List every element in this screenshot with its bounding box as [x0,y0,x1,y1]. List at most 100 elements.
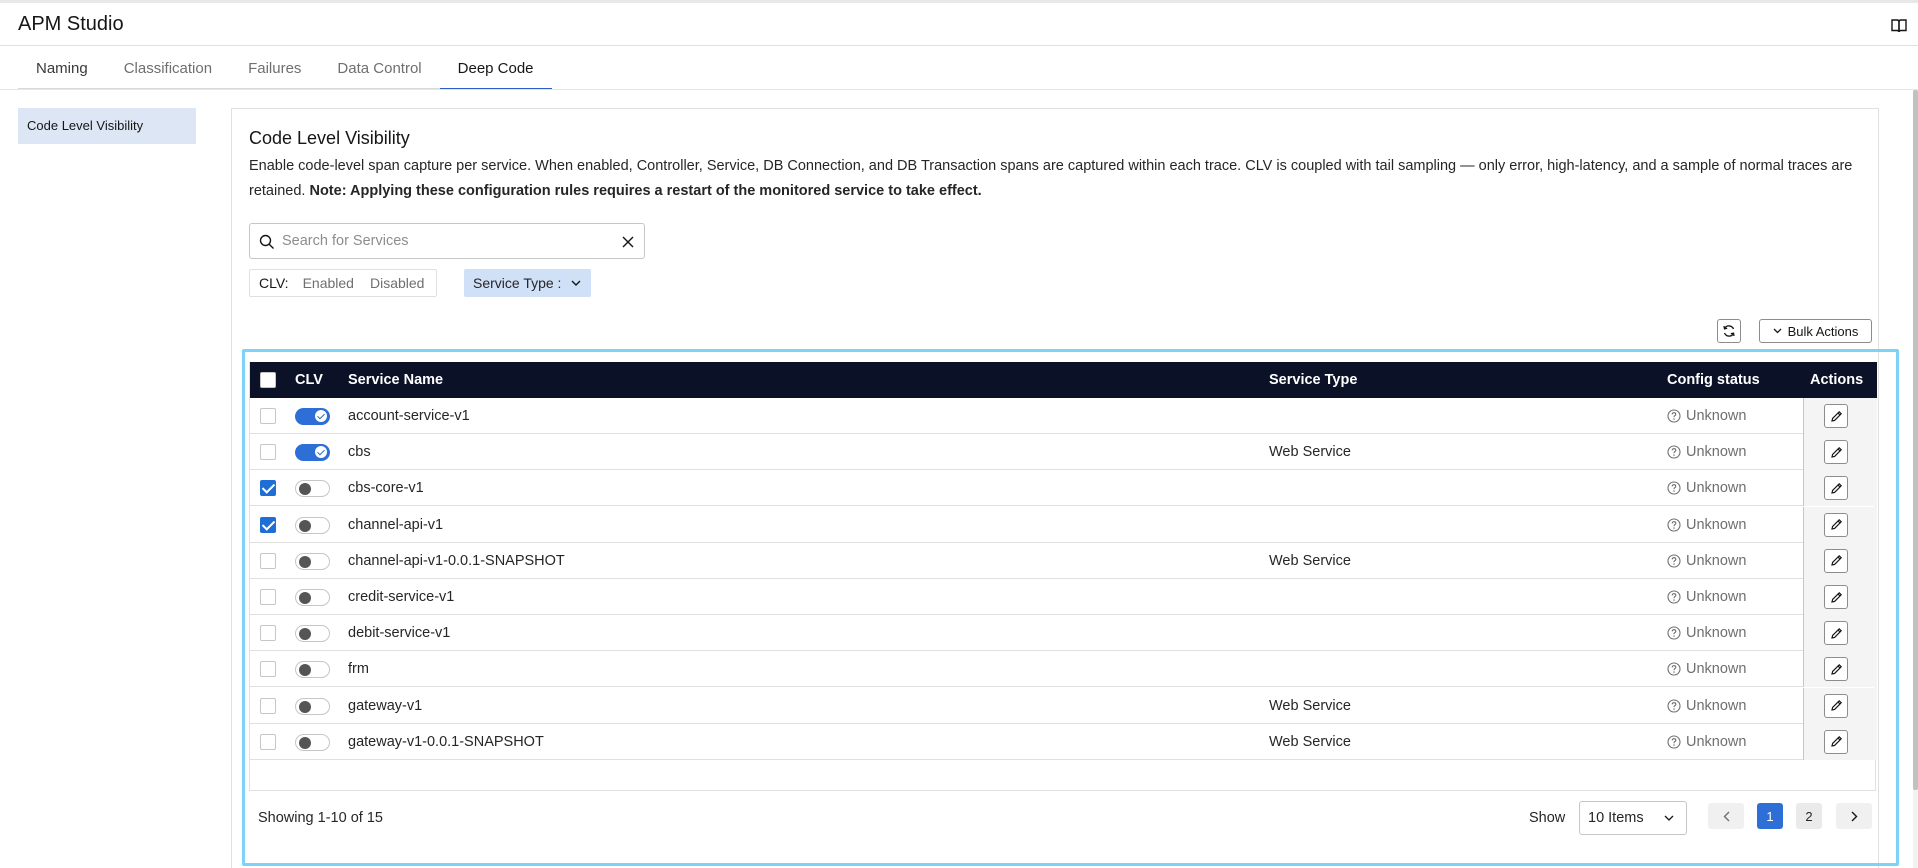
edit-button[interactable] [1824,548,1848,573]
config-status-text: Unknown [1686,589,1747,605]
chevron-down-icon [1664,815,1674,821]
bulk-actions-button[interactable]: Bulk Actions [1759,319,1872,343]
question-circle-icon [1667,662,1681,676]
header-actions: Actions [1810,372,1864,388]
row-checkbox[interactable] [260,589,276,605]
items-per-page-select[interactable]: 10 Items [1579,801,1687,835]
question-circle-icon [1667,445,1681,459]
sidebar-item-code-level-visibility[interactable]: Code Level Visibility [18,108,196,144]
clv-filter: CLV: Enabled Disabled [249,269,438,297]
toggle-knob [299,736,311,749]
show-label: Show [1529,810,1566,826]
pencil-icon [1830,591,1842,603]
header-config-status: Config status [1667,372,1760,388]
config-status-text: Unknown [1686,480,1747,497]
table-row: credit-service-v1 Unknown [250,579,1877,615]
tab-data-control[interactable]: Data Control [319,48,440,90]
edit-button[interactable] [1824,512,1848,537]
service-type: Web Service [1269,733,1351,750]
close-icon[interactable] [620,234,636,250]
row-checkbox[interactable] [260,480,276,497]
pencil-icon [1830,700,1842,711]
service-name: credit-service-v1 [348,589,455,605]
scrollbar-thumb[interactable] [1913,90,1918,790]
edit-button[interactable] [1824,657,1848,682]
pencil-icon [1830,482,1842,494]
prev-page-button[interactable] [1708,803,1744,829]
search-input[interactable] [282,228,612,254]
service-name: account-service-v1 [348,408,470,424]
refresh-button[interactable] [1717,319,1741,343]
next-page-button[interactable] [1836,803,1872,829]
service-type: Web Service [1269,552,1351,569]
sidebar: Code Level Visibility [18,108,196,144]
edit-button[interactable] [1824,440,1848,465]
header-service-name: Service Name [348,372,444,388]
toggle-knob [299,519,311,532]
page-button-2[interactable]: 2 [1796,803,1822,829]
tab-failures[interactable]: Failures [230,48,320,90]
edit-button[interactable] [1824,585,1848,609]
question-circle-icon [1667,626,1681,640]
clv-filter-label: CLV: [259,275,289,291]
clv-toggle[interactable] [295,444,330,462]
service-type-filter[interactable]: Service Type : [464,269,592,297]
edit-button[interactable] [1824,693,1848,718]
clv-filter-disabled[interactable]: Disabled [362,275,432,291]
clv-toggle[interactable] [295,516,330,534]
clv-toggle[interactable] [295,697,330,715]
restart-note: Note: Applying these configuration rules… [309,183,982,199]
question-circle-icon [1667,554,1681,568]
service-name: channel-api-v1-0.0.1-SNAPSHOT [348,552,565,569]
app-title: APM Studio [18,13,124,35]
config-status: Unknown [1667,543,1746,579]
book-open-icon[interactable] [1890,17,1908,35]
pencil-icon [1830,627,1842,639]
actions-cell [1803,470,1877,507]
clv-filter-enabled[interactable]: Enabled [295,275,362,291]
row-checkbox[interactable] [260,625,276,642]
row-checkbox[interactable] [260,697,276,714]
bulk-actions-label: Bulk Actions [1787,323,1859,339]
table-row: account-service-v1 Unknown [250,398,1877,434]
clv-toggle[interactable] [295,480,330,498]
edit-button[interactable] [1824,476,1848,501]
row-checkbox[interactable] [260,408,276,424]
service-name: gateway-v1-0.0.1-SNAPSHOT [348,733,544,750]
chevron-down-icon [1773,328,1782,334]
clv-toggle[interactable] [295,408,330,425]
table-row: frm Unknown [250,651,1877,688]
row-checkbox[interactable] [260,444,276,461]
edit-button[interactable] [1824,729,1848,754]
config-status: Unknown [1667,507,1746,543]
app-header: APM Studio [0,0,1918,46]
page-button-1[interactable]: 1 [1757,803,1783,829]
tab-classification[interactable]: Classification [105,48,231,90]
clv-toggle[interactable] [295,661,330,679]
config-status-text: Unknown [1686,733,1747,750]
row-checkbox[interactable] [260,552,276,569]
edit-button[interactable] [1824,404,1848,428]
table-row: channel-api-v1-0.0.1-SNAPSHOT Web Service… [250,542,1877,579]
config-status-text: Unknown [1686,516,1747,533]
clv-toggle[interactable] [295,589,330,606]
row-checkbox[interactable] [260,661,276,678]
toggle-knob [299,483,311,496]
edit-button[interactable] [1824,621,1848,646]
clv-toggle[interactable] [295,552,330,570]
service-name: cbs-core-v1 [348,480,424,497]
service-type: Web Service [1269,444,1351,461]
actions-cell [1803,651,1877,688]
config-status: Unknown [1667,579,1746,615]
pencil-icon [1830,446,1842,458]
row-checkbox[interactable] [260,733,276,750]
tab-deep-code[interactable]: Deep Code [439,48,552,90]
clv-toggle[interactable] [295,625,330,643]
select-all-checkbox[interactable] [260,372,276,388]
refresh-icon [1723,325,1735,337]
tab-bar: Naming Classification Failures Data Cont… [18,48,552,90]
question-circle-icon [1667,590,1681,604]
clv-toggle[interactable] [295,733,330,751]
row-checkbox[interactable] [260,516,276,533]
tab-naming[interactable]: Naming [18,48,106,90]
